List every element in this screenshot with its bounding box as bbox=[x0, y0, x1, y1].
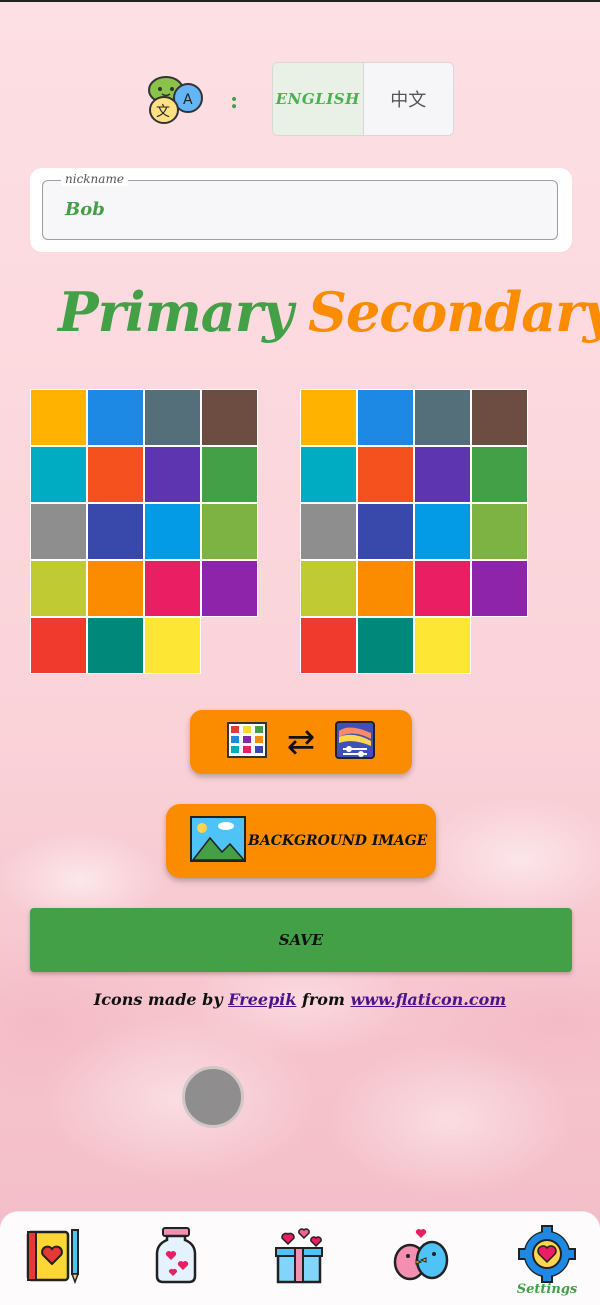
nickname-field[interactable]: nickname Bob bbox=[42, 172, 558, 240]
settings-gear-icon bbox=[518, 1225, 576, 1283]
color-grid-icon bbox=[226, 722, 267, 762]
primary-color-swatch[interactable] bbox=[87, 446, 144, 503]
secondary-color-swatch[interactable] bbox=[300, 560, 357, 617]
secondary-color-swatch[interactable] bbox=[471, 503, 528, 560]
language-separator: : bbox=[230, 88, 239, 114]
nav-settings-label: Settings bbox=[516, 1282, 578, 1297]
secondary-color-swatch[interactable] bbox=[300, 389, 357, 446]
language-toggle: ENGLISH 中文 bbox=[272, 62, 454, 136]
secondary-color-swatch[interactable] bbox=[414, 503, 471, 560]
secondary-color-swatch[interactable] bbox=[300, 446, 357, 503]
secondary-color-swatch[interactable] bbox=[357, 446, 414, 503]
nav-birds[interactable] bbox=[388, 1224, 454, 1300]
nickname-label: nickname bbox=[61, 172, 128, 186]
flaticon-link[interactable]: www.flaticon.com bbox=[350, 990, 506, 1009]
primary-color-palette bbox=[30, 389, 259, 674]
save-button[interactable]: SAVE bbox=[30, 908, 572, 972]
secondary-color-swatch[interactable] bbox=[471, 560, 528, 617]
secondary-color-swatch[interactable] bbox=[357, 503, 414, 560]
swap-theme-button[interactable]: ⇄ bbox=[190, 710, 412, 774]
swap-arrows-icon: ⇄ bbox=[286, 722, 316, 762]
primary-color-swatch[interactable] bbox=[144, 503, 201, 560]
primary-color-swatch[interactable] bbox=[30, 560, 87, 617]
floating-touch-button[interactable] bbox=[182, 1066, 244, 1128]
status-bar-edge bbox=[0, 0, 600, 2]
svg-text:A: A bbox=[183, 92, 193, 108]
love-birds-icon bbox=[393, 1229, 449, 1281]
secondary-color-swatch[interactable] bbox=[471, 389, 528, 446]
secondary-color-swatch[interactable] bbox=[414, 389, 471, 446]
language-option-english[interactable]: ENGLISH bbox=[273, 63, 364, 135]
primary-color-swatch[interactable] bbox=[144, 446, 201, 503]
nickname-card: nickname Bob bbox=[30, 168, 572, 252]
primary-heading: Primary bbox=[58, 280, 294, 344]
primary-color-swatch[interactable] bbox=[144, 560, 201, 617]
secondary-color-swatch[interactable] bbox=[414, 617, 471, 674]
secondary-color-palette bbox=[300, 389, 529, 674]
primary-color-swatch[interactable] bbox=[144, 617, 201, 674]
diary-book-icon bbox=[26, 1229, 80, 1285]
secondary-color-swatch[interactable] bbox=[357, 617, 414, 674]
freepik-link[interactable]: Freepik bbox=[228, 990, 296, 1009]
primary-color-swatch[interactable] bbox=[30, 389, 87, 446]
primary-color-swatch[interactable] bbox=[30, 617, 87, 674]
secondary-color-swatch[interactable] bbox=[357, 560, 414, 617]
svg-text:文: 文 bbox=[156, 104, 170, 120]
nickname-input[interactable]: Bob bbox=[65, 199, 465, 220]
nav-diary[interactable] bbox=[20, 1224, 86, 1300]
primary-color-swatch[interactable] bbox=[30, 446, 87, 503]
translate-icon: A 文 bbox=[146, 72, 204, 128]
primary-color-swatch[interactable] bbox=[87, 560, 144, 617]
icon-credit: Icons made by Freepik from www.flaticon.… bbox=[0, 990, 600, 1009]
gift-box-icon bbox=[275, 1228, 323, 1284]
landscape-image-icon bbox=[190, 816, 246, 866]
heart-jar-icon bbox=[155, 1227, 197, 1284]
secondary-color-swatch[interactable] bbox=[300, 503, 357, 560]
nav-settings[interactable]: Settings bbox=[514, 1224, 580, 1300]
nav-gift[interactable] bbox=[266, 1224, 332, 1300]
primary-color-swatch[interactable] bbox=[201, 503, 258, 560]
primary-color-swatch[interactable] bbox=[144, 389, 201, 446]
primary-color-swatch[interactable] bbox=[201, 446, 258, 503]
secondary-color-swatch[interactable] bbox=[414, 446, 471, 503]
primary-color-swatch[interactable] bbox=[30, 503, 87, 560]
secondary-color-swatch[interactable] bbox=[357, 389, 414, 446]
language-option-chinese[interactable]: 中文 bbox=[363, 63, 453, 135]
secondary-color-swatch[interactable] bbox=[414, 560, 471, 617]
credit-prefix: Icons made by bbox=[93, 990, 229, 1009]
secondary-heading: Secondary bbox=[308, 280, 600, 344]
background-image-label: BACKGROUND IMAGE bbox=[248, 833, 428, 849]
nav-jar[interactable] bbox=[143, 1224, 209, 1300]
primary-color-swatch[interactable] bbox=[87, 617, 144, 674]
primary-color-swatch[interactable] bbox=[87, 389, 144, 446]
primary-color-swatch[interactable] bbox=[201, 560, 258, 617]
primary-color-swatch[interactable] bbox=[87, 503, 144, 560]
primary-color-swatch[interactable] bbox=[201, 389, 258, 446]
secondary-color-swatch[interactable] bbox=[300, 617, 357, 674]
secondary-color-swatch[interactable] bbox=[471, 446, 528, 503]
background-image-button[interactable]: BACKGROUND IMAGE bbox=[166, 804, 436, 878]
gradient-sliders-icon bbox=[335, 721, 376, 763]
bottom-navigation: Settings bbox=[0, 1211, 600, 1305]
credit-middle: from bbox=[296, 990, 351, 1009]
